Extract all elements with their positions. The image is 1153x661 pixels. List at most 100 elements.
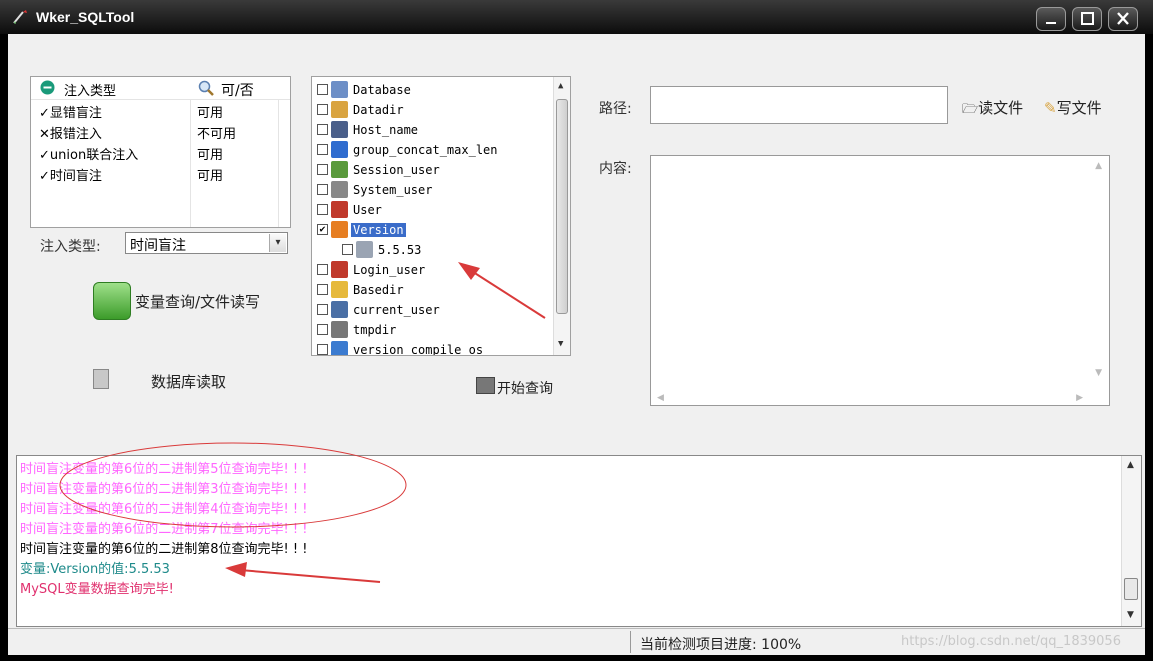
tree-item-label: System_user <box>353 183 433 197</box>
maximize-button[interactable] <box>1072 7 1102 31</box>
app-icon <box>13 10 27 24</box>
grid-row[interactable]: ✓时间盲注 可用 <box>31 163 290 184</box>
tree-item-login_user[interactable]: Login_user <box>317 260 547 280</box>
grid-cell-type: ✓显错盲注 <box>39 106 102 121</box>
scroll-down-icon[interactable]: ▼ <box>558 339 563 349</box>
database-icon <box>93 369 109 389</box>
grid-cell-status: 不可用 <box>197 127 237 142</box>
close-icon <box>1117 12 1129 25</box>
scroll-down-icon[interactable]: ▼ <box>1127 610 1134 620</box>
minimize-button[interactable] <box>1036 7 1066 31</box>
run-icon <box>476 377 495 394</box>
grid-row[interactable]: ✕报错注入 不可用 <box>31 121 290 142</box>
tree-item-database[interactable]: Database <box>317 80 547 100</box>
tree-checkbox[interactable] <box>317 204 328 215</box>
tree-checkbox[interactable] <box>317 184 328 195</box>
tree-checkbox[interactable] <box>317 124 328 135</box>
tree-node-icon <box>331 141 348 158</box>
tree-checkbox[interactable] <box>317 304 328 315</box>
tree-node-icon <box>331 201 348 218</box>
tree-child-item[interactable]: 5.5.53 <box>342 240 570 260</box>
log-output[interactable]: 时间盲注变量的第6位的二进制第5位查询完毕! ! ! 时间盲注变量的第6位的二进制… <box>16 455 1142 627</box>
tree-checkbox[interactable] <box>317 84 328 95</box>
tree-item-version[interactable]: ✔ Version <box>317 220 547 240</box>
tree-checkbox[interactable] <box>317 164 328 175</box>
chevron-down-icon[interactable]: ▾ <box>269 234 286 252</box>
tree-checkbox[interactable] <box>317 144 328 155</box>
variable-tree[interactable]: Database Datadir Host_name group_concat_max… <box>311 76 571 356</box>
log-scroll-thumb[interactable] <box>1124 578 1138 600</box>
tree-scrollbar[interactable]: ▲ ▼ <box>553 77 570 355</box>
tree-node-icon <box>331 341 348 355</box>
tree-checkbox[interactable] <box>317 284 328 295</box>
cross-icon: ✕ <box>39 127 50 142</box>
magnifier-icon <box>198 80 214 96</box>
status-bar: 当前检测项目进度: 100% https://blog.csdn.net/qq_… <box>8 628 1145 655</box>
path-label: 路径: <box>599 101 632 117</box>
tree-node-icon <box>331 321 348 338</box>
grid-header-type: 注入类型 <box>64 84 117 99</box>
start-query-label: 开始查询 <box>497 381 553 397</box>
tree-item-label: User <box>353 203 382 217</box>
scroll-right-icon[interactable]: ▶ <box>1076 393 1083 403</box>
tree-node-icon <box>331 301 348 318</box>
tree-checkbox[interactable] <box>317 344 328 355</box>
tree-item-host_name[interactable]: Host_name <box>317 120 547 140</box>
tree-node-icon <box>356 241 373 258</box>
inject-type-select[interactable]: 时间盲注 ▾ <box>125 232 288 254</box>
tree-node-icon <box>331 161 348 178</box>
tree-checkbox[interactable]: ✔ <box>317 224 328 235</box>
tree-item-current_user[interactable]: current_user <box>317 300 547 320</box>
write-file-label: 写文件 <box>1056 99 1102 117</box>
tree-item-session_user[interactable]: Session_user <box>317 160 547 180</box>
grid-cell-status: 可用 <box>197 169 224 184</box>
grid-cell-type: ✓时间盲注 <box>39 169 102 184</box>
scroll-up-icon[interactable]: ▲ <box>558 81 563 91</box>
grid-header-status: 可/否 <box>221 83 254 99</box>
tree-checkbox[interactable] <box>342 244 353 255</box>
content-textarea[interactable]: ▲ ▼ ◀ ▶ <box>650 155 1110 406</box>
tree-checkbox[interactable] <box>317 264 328 275</box>
db-read-button[interactable]: 数据库读取 <box>78 362 268 402</box>
minimize-icon <box>1046 22 1056 24</box>
tree-scroll-thumb[interactable] <box>556 99 568 314</box>
grid-cell-type: ✕报错注入 <box>39 127 102 142</box>
scroll-left-icon[interactable]: ◀ <box>657 393 664 403</box>
query-icon <box>93 282 131 320</box>
tree-item-group_concat_max_len[interactable]: group_concat_max_len <box>317 140 547 160</box>
title-bar[interactable]: Wker_SQLTool <box>0 0 1153 34</box>
inject-type-grid[interactable]: 注入类型 可/否 ✓显错盲注 可用 ✕报错注入 不可用 ✓union联合注入 可… <box>30 76 291 228</box>
app-window: Wker_SQLTool 注入类型 可/否 ✓显错盲注 可用 ✕报错注入 不可用… <box>0 0 1153 661</box>
path-input[interactable] <box>650 86 948 124</box>
check-icon: ✓ <box>39 169 50 184</box>
tree-item-user[interactable]: User <box>317 200 547 220</box>
scroll-up-icon[interactable]: ▲ <box>1095 161 1102 171</box>
tree-item-version_compile_os[interactable]: version_compile_os <box>317 340 547 355</box>
tree-item-label: current_user <box>353 303 440 317</box>
scroll-up-icon[interactable]: ▲ <box>1127 460 1134 470</box>
var-query-button[interactable]: 变量查询/文件读写 <box>86 279 266 323</box>
inject-type-select-value: 时间盲注 <box>130 238 186 254</box>
tree-item-basedir[interactable]: Basedir <box>317 280 547 300</box>
folder-open-icon: 🗁 <box>962 102 979 117</box>
tree-item-system_user[interactable]: System_user <box>317 180 547 200</box>
log-line: 时间盲注变量的第6位的二进制第3位查询完毕! ! ! <box>20 482 308 497</box>
scroll-down-icon[interactable]: ▼ <box>1095 368 1102 378</box>
write-file-button[interactable]: ✎写文件 <box>1044 97 1102 118</box>
tree-item-datadir[interactable]: Datadir <box>317 100 547 120</box>
close-button[interactable] <box>1108 7 1138 31</box>
read-file-button[interactable]: 🗁读文件 <box>962 97 1023 122</box>
tree-item-label: group_concat_max_len <box>353 143 498 157</box>
tree-checkbox[interactable] <box>317 324 328 335</box>
grid-row[interactable]: ✓显错盲注 可用 <box>31 100 290 121</box>
start-query-button[interactable]: 开始查询 <box>473 374 573 400</box>
tree-node-icon <box>331 281 348 298</box>
tree-node-icon <box>331 101 348 118</box>
log-scrollbar[interactable]: ▲ ▼ <box>1121 456 1141 626</box>
grid-header: 注入类型 可/否 <box>31 77 290 100</box>
tree-checkbox[interactable] <box>317 104 328 115</box>
log-line: 时间盲注变量的第6位的二进制第7位查询完毕! ! ! <box>20 522 308 537</box>
tree-item-tmpdir[interactable]: tmpdir <box>317 320 547 340</box>
tree-node-icon <box>331 261 348 278</box>
grid-row[interactable]: ✓union联合注入 可用 <box>31 142 290 163</box>
